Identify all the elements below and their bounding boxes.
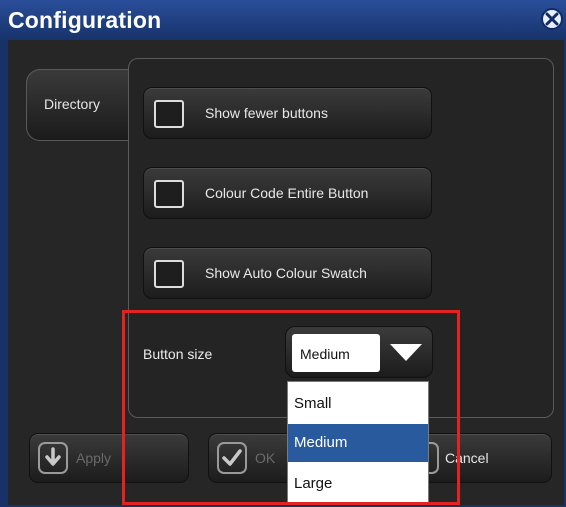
cancel-label: Cancel <box>445 450 489 466</box>
select-value: Medium <box>300 346 350 362</box>
button-size-select[interactable]: Medium <box>285 326 433 378</box>
checkbox-label: Colour Code Entire Button <box>205 185 369 201</box>
title-bar[interactable]: Configuration <box>0 0 566 40</box>
close-button[interactable] <box>541 8 563 30</box>
checkbox-label: Show Auto Colour Swatch <box>205 265 367 281</box>
ok-label: OK <box>255 450 276 466</box>
checkbox[interactable] <box>154 100 184 128</box>
arrow-down-icon <box>38 442 68 474</box>
configuration-window: Configuration Directory Show fewer butto… <box>0 0 566 507</box>
apply-button[interactable]: Apply <box>29 433 189 483</box>
button-size-dropdown-list[interactable]: Small Medium Large <box>287 381 429 503</box>
dropdown-option-medium[interactable]: Medium <box>288 424 428 462</box>
close-icon <box>545 12 559 26</box>
show-fewer-buttons-toggle[interactable]: Show fewer buttons <box>143 87 432 139</box>
window-title: Configuration <box>8 7 162 33</box>
colour-code-entire-button-toggle[interactable]: Colour Code Entire Button <box>143 167 432 219</box>
button-size-label: Button size <box>143 346 213 362</box>
checkbox[interactable] <box>154 260 184 288</box>
check-icon <box>217 442 247 474</box>
dropdown-option-large[interactable]: Large <box>288 465 428 503</box>
show-auto-colour-swatch-toggle[interactable]: Show Auto Colour Swatch <box>143 247 432 299</box>
chevron-down-icon[interactable] <box>390 344 422 361</box>
checkbox[interactable] <box>154 180 184 208</box>
dropdown-option-small[interactable]: Small <box>288 385 428 423</box>
apply-label: Apply <box>76 450 112 466</box>
checkbox-label: Show fewer buttons <box>205 105 328 121</box>
select-value-field[interactable]: Medium <box>292 334 380 372</box>
tab-directory-label: Directory <box>44 96 101 112</box>
